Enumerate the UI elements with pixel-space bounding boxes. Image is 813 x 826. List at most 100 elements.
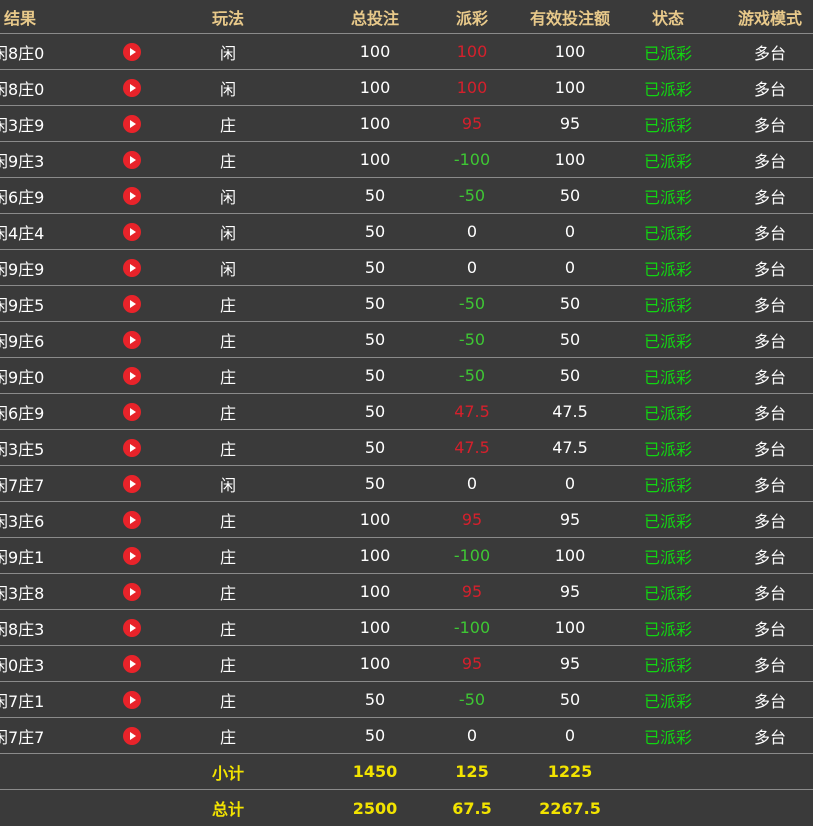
mode-cell: 多台 xyxy=(753,619,786,639)
table-row: 闲9庄0 庄 50 -50 50 已派彩 多台 xyxy=(0,358,813,394)
play-video-icon[interactable] xyxy=(123,114,141,133)
status-cell: 已派彩 xyxy=(643,295,692,315)
play-video-icon[interactable] xyxy=(123,438,141,457)
subtotal-row: 小计 1450 125 1225 xyxy=(0,754,813,790)
play-video-icon[interactable] xyxy=(123,330,141,349)
video-replay-button[interactable] xyxy=(110,250,154,285)
play-type-cell: 庄 xyxy=(219,547,236,567)
valid-bet-cell: 100 xyxy=(554,150,586,169)
mode-cell: 多台 xyxy=(753,511,786,531)
valid-bet-cell: 50 xyxy=(559,294,581,313)
video-replay-button[interactable] xyxy=(110,106,154,141)
table-row: 闲9庄1 庄 100 -100 100 已派彩 多台 xyxy=(0,538,813,574)
status-cell: 已派彩 xyxy=(643,547,692,567)
result-cell: 闲9庄6 xyxy=(0,331,45,351)
result-cell: 闲9庄0 xyxy=(0,367,45,387)
video-replay-button[interactable] xyxy=(110,502,154,537)
header-valid-bet: 有效投注额 xyxy=(529,8,610,28)
payout-cell: -50 xyxy=(458,330,486,349)
valid-bet-cell: 50 xyxy=(559,330,581,349)
payout-cell: 100 xyxy=(456,78,488,97)
play-video-icon[interactable] xyxy=(123,618,141,637)
mode-cell: 多台 xyxy=(753,295,786,315)
play-video-icon[interactable] xyxy=(123,474,141,493)
payout-cell: -100 xyxy=(453,618,491,637)
play-video-icon[interactable] xyxy=(123,726,141,745)
play-video-icon[interactable] xyxy=(123,258,141,277)
play-video-icon[interactable] xyxy=(123,654,141,673)
video-replay-button[interactable] xyxy=(110,70,154,105)
valid-bet-cell: 50 xyxy=(559,366,581,385)
table-row: 闲6庄9 闲 50 -50 50 已派彩 多台 xyxy=(0,178,813,214)
payout-cell: -100 xyxy=(453,150,491,169)
valid-bet-cell: 100 xyxy=(554,546,586,565)
table-row: 闲3庄8 庄 100 95 95 已派彩 多台 xyxy=(0,574,813,610)
play-video-icon[interactable] xyxy=(123,510,141,529)
table-row: 闲9庄5 庄 50 -50 50 已派彩 多台 xyxy=(0,286,813,322)
result-cell: 闲3庄6 xyxy=(0,511,45,531)
payout-cell: 47.5 xyxy=(454,438,490,457)
table-body: 闲8庄0 闲 100 100 100 已派彩 多台 闲8庄0 闲 100 100 100 已派彩 多台 闲3… xyxy=(0,34,813,754)
status-cell: 已派彩 xyxy=(643,691,692,711)
video-replay-button[interactable] xyxy=(110,394,154,429)
play-type-cell: 庄 xyxy=(219,727,236,747)
mode-cell: 多台 xyxy=(753,43,786,63)
video-replay-button[interactable] xyxy=(110,538,154,573)
play-video-icon[interactable] xyxy=(123,42,141,61)
video-replay-button[interactable] xyxy=(110,718,154,753)
header-play: 玩法 xyxy=(211,8,244,28)
play-video-icon[interactable] xyxy=(123,366,141,385)
payout-cell: 95 xyxy=(461,654,483,673)
table-row: 闲3庄5 庄 50 47.5 47.5 已派彩 多台 xyxy=(0,430,813,466)
total-bet-cell: 50 xyxy=(364,222,386,241)
mode-cell: 多台 xyxy=(753,115,786,135)
status-cell: 已派彩 xyxy=(643,259,692,279)
video-replay-button[interactable] xyxy=(110,646,154,681)
video-replay-button[interactable] xyxy=(110,34,154,69)
result-cell: 闲8庄0 xyxy=(0,43,45,63)
play-video-icon[interactable] xyxy=(123,582,141,601)
bet-records-table: 结果 玩法 总投注 派彩 有效投注额 状态 游戏模式 闲8庄0 闲 100 100 10… xyxy=(0,0,813,819)
play-type-cell: 闲 xyxy=(219,475,236,495)
video-replay-button[interactable] xyxy=(110,574,154,609)
play-video-icon[interactable] xyxy=(123,186,141,205)
video-replay-button[interactable] xyxy=(110,430,154,465)
total-bet-cell: 50 xyxy=(364,438,386,457)
play-video-icon[interactable] xyxy=(123,222,141,241)
table-row: 闲7庄7 庄 50 0 0 已派彩 多台 xyxy=(0,718,813,754)
play-type-cell: 庄 xyxy=(219,655,236,675)
table-row: 闲7庄1 庄 50 -50 50 已派彩 多台 xyxy=(0,682,813,718)
table-row: 闲7庄7 闲 50 0 0 已派彩 多台 xyxy=(0,466,813,502)
mode-cell: 多台 xyxy=(753,79,786,99)
play-video-icon[interactable] xyxy=(123,402,141,421)
video-replay-button[interactable] xyxy=(110,214,154,249)
video-replay-button[interactable] xyxy=(110,178,154,213)
status-cell: 已派彩 xyxy=(643,475,692,495)
status-cell: 已派彩 xyxy=(643,583,692,603)
mode-cell: 多台 xyxy=(753,367,786,387)
status-cell: 已派彩 xyxy=(643,187,692,207)
video-replay-button[interactable] xyxy=(110,466,154,501)
video-replay-button[interactable] xyxy=(110,142,154,177)
play-video-icon[interactable] xyxy=(123,546,141,565)
total-bet-cell: 50 xyxy=(364,366,386,385)
result-cell: 闲7庄1 xyxy=(0,691,45,711)
result-cell: 闲9庄1 xyxy=(0,547,45,567)
video-replay-button[interactable] xyxy=(110,610,154,645)
status-cell: 已派彩 xyxy=(643,727,692,747)
play-video-icon[interactable] xyxy=(123,78,141,97)
video-replay-button[interactable] xyxy=(110,682,154,717)
video-replay-button[interactable] xyxy=(110,286,154,321)
table-row: 闲4庄4 闲 50 0 0 已派彩 多台 xyxy=(0,214,813,250)
play-video-icon[interactable] xyxy=(123,690,141,709)
play-video-icon[interactable] xyxy=(123,150,141,169)
video-replay-button[interactable] xyxy=(110,322,154,357)
play-type-cell: 庄 xyxy=(219,295,236,315)
valid-bet-cell: 0 xyxy=(564,474,576,493)
play-video-icon[interactable] xyxy=(123,294,141,313)
status-cell: 已派彩 xyxy=(643,367,692,387)
video-replay-button[interactable] xyxy=(110,358,154,393)
status-cell: 已派彩 xyxy=(643,223,692,243)
result-cell: 闲9庄9 xyxy=(0,259,45,279)
total-bet-cell: 100 xyxy=(359,510,391,529)
